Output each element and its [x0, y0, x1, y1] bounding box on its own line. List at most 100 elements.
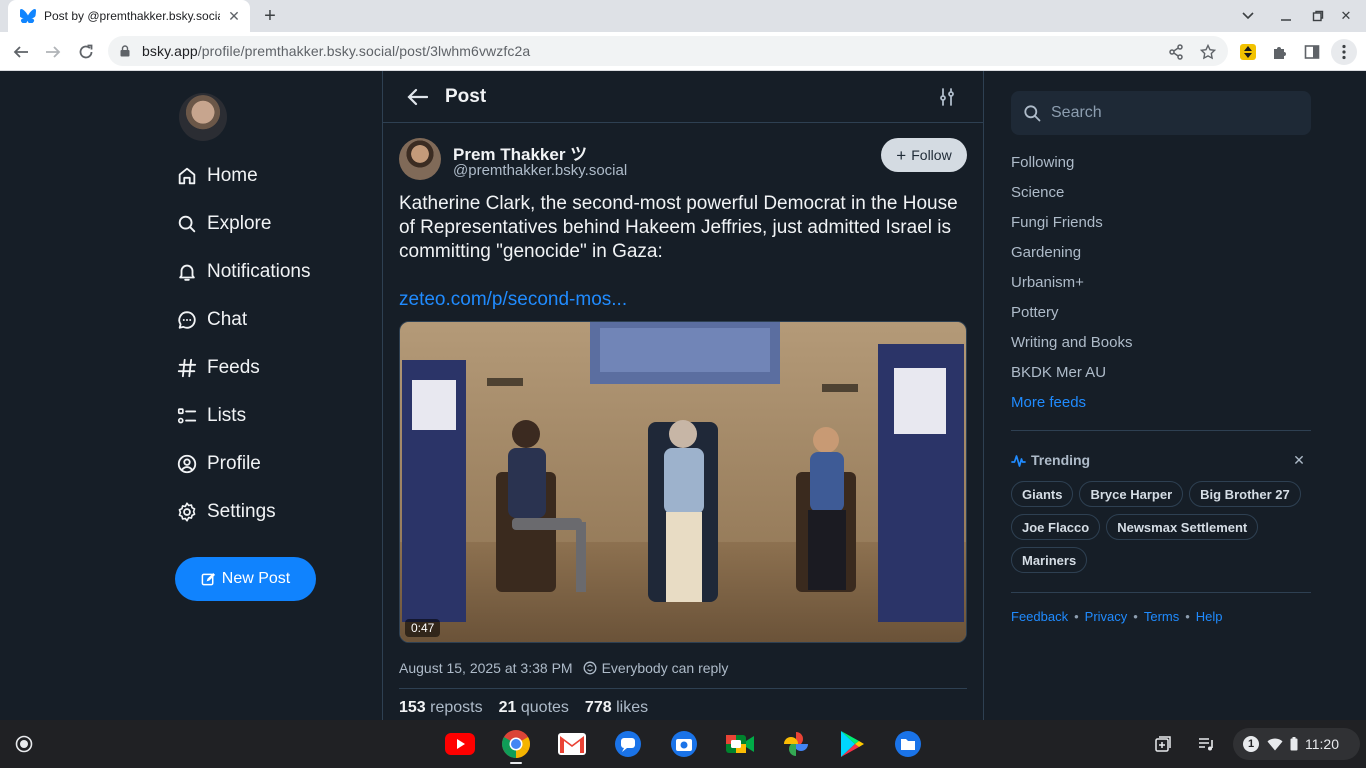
nav-profile-label: Profile — [207, 453, 261, 474]
trending-chip[interactable]: Newsmax Settlement — [1106, 514, 1259, 540]
url-path: /profile/premthakker.bsky.social/post/3l… — [197, 43, 531, 59]
reply-setting[interactable]: Everybody can reply — [583, 660, 729, 676]
reply-setting-label: Everybody can reply — [601, 660, 729, 676]
youtube-icon[interactable] — [444, 728, 476, 760]
minimize-window-icon[interactable] — [1276, 6, 1296, 26]
author-avatar[interactable] — [399, 138, 441, 180]
feed-link[interactable]: BKDK Mer AU — [1011, 364, 1106, 381]
holding-space-icon[interactable] — [1147, 728, 1179, 760]
author-handle[interactable]: @premthakker.bsky.social — [453, 162, 627, 179]
footer-links: Feedback • Privacy • Terms • Help — [1011, 609, 1223, 624]
privacy-link[interactable]: Privacy — [1085, 609, 1128, 624]
status-tray[interactable]: 1 11:20 — [1233, 728, 1360, 760]
feed-link[interactable]: Pottery — [1011, 304, 1059, 321]
files-icon[interactable] — [892, 728, 924, 760]
nav-feeds[interactable]: Feeds — [175, 350, 260, 386]
browser-tabstrip: Post by @premthakker.bsky.social ✕ + ✕ — [0, 0, 1366, 32]
nav-explore-label: Explore — [207, 213, 272, 234]
trending-chip[interactable]: Bryce Harper — [1079, 481, 1184, 507]
likes-count: 778 — [584, 699, 612, 716]
feed-link[interactable]: Fungi Friends — [1011, 214, 1103, 231]
address-bar[interactable]: bsky.app/profile/premthakker.bsky.social… — [108, 36, 1228, 66]
trending-chip[interactable]: Big Brother 27 — [1189, 481, 1301, 507]
thread-settings-icon[interactable] — [935, 85, 959, 109]
wifi-icon — [1267, 738, 1283, 751]
globe-icon — [583, 661, 597, 675]
nav-settings-label: Settings — [207, 501, 276, 522]
nav-home[interactable]: Home — [175, 158, 258, 194]
restore-window-icon[interactable] — [1308, 6, 1328, 26]
user-circle-icon — [175, 452, 199, 476]
my-avatar[interactable] — [179, 93, 227, 141]
quotes-count: 21 — [498, 699, 517, 716]
chrome-icon[interactable] — [500, 728, 532, 760]
trending-chip[interactable]: Giants — [1011, 481, 1074, 507]
camera-icon[interactable] — [668, 728, 700, 760]
google-meet-icon[interactable] — [724, 728, 756, 760]
back-arrow-icon[interactable] — [8, 39, 34, 65]
reload-icon[interactable] — [73, 39, 99, 65]
plus-icon: + — [896, 145, 907, 165]
nav-chat-label: Chat — [207, 309, 248, 330]
video-player[interactable]: 0:47 — [399, 321, 967, 643]
tab-title: Post by @premthakker.bsky.social — [44, 9, 220, 23]
search-box[interactable] — [1011, 91, 1311, 135]
nav-chat[interactable]: Chat — [175, 302, 247, 338]
trending-chip[interactable]: Joe Flacco — [1011, 514, 1101, 540]
extension-icon[interactable] — [1235, 39, 1261, 65]
post-link[interactable]: zeteo.com/p/second-mos... — [399, 289, 627, 311]
likes-stat[interactable]: 778 likes — [585, 699, 648, 717]
terms-link[interactable]: Terms — [1144, 609, 1179, 624]
nav-notifications[interactable]: Notifications — [175, 254, 311, 290]
gmail-icon[interactable] — [556, 728, 588, 760]
media-controls-icon[interactable] — [1190, 728, 1222, 760]
divider — [1011, 592, 1311, 593]
browser-menu-icon[interactable] — [1331, 39, 1357, 65]
feed-link[interactable]: Urbanism+ — [1011, 274, 1084, 291]
extensions-puzzle-icon[interactable] — [1267, 39, 1293, 65]
search-icon — [175, 212, 199, 236]
new-tab-button[interactable]: + — [258, 4, 282, 28]
post-text: Katherine Clark, the second-most powerfu… — [399, 193, 958, 262]
feed-link[interactable]: Writing and Books — [1011, 334, 1132, 351]
bookmark-star-icon[interactable] — [1195, 39, 1221, 65]
trending-pulse-icon — [1011, 454, 1026, 467]
search-icon — [1023, 103, 1043, 123]
close-icon[interactable]: ✕ — [1291, 452, 1307, 468]
nav-profile[interactable]: Profile — [175, 446, 261, 482]
play-store-icon[interactable] — [836, 728, 868, 760]
feed-link[interactable]: Following — [1011, 154, 1074, 171]
follow-button[interactable]: + Follow — [881, 138, 967, 172]
google-photos-icon[interactable] — [780, 728, 812, 760]
feed-link[interactable]: Gardening — [1011, 244, 1081, 261]
page-title: Post — [445, 86, 487, 107]
forward-arrow-icon[interactable] — [40, 39, 66, 65]
search-input[interactable] — [1051, 104, 1291, 122]
feedback-link[interactable]: Feedback — [1011, 609, 1068, 624]
video-thumbnail — [400, 322, 966, 642]
close-window-icon[interactable]: ✕ — [1336, 6, 1356, 26]
lock-icon[interactable] — [120, 44, 134, 58]
post-meta: August 15, 2025 at 3:38 PM Everybody can… — [399, 660, 728, 676]
help-link[interactable]: Help — [1196, 609, 1223, 624]
trending-chip[interactable]: Mariners — [1011, 547, 1088, 573]
divider — [399, 688, 967, 689]
browser-tab[interactable]: Post by @premthakker.bsky.social ✕ — [8, 0, 250, 32]
nav-settings[interactable]: Settings — [175, 494, 276, 530]
post-stats: 153 reposts 21 quotes 778 likes — [399, 699, 648, 717]
notification-count: 1 — [1243, 736, 1259, 752]
nav-explore[interactable]: Explore — [175, 206, 271, 242]
tab-search-icon[interactable] — [1238, 6, 1258, 26]
side-panel-icon[interactable] — [1299, 39, 1325, 65]
nav-lists[interactable]: Lists — [175, 398, 246, 434]
share-icon[interactable] — [1163, 39, 1189, 65]
new-post-button[interactable]: New Post — [175, 557, 316, 601]
back-arrow-icon[interactable] — [405, 85, 429, 109]
reposts-stat[interactable]: 153 reposts — [399, 699, 483, 717]
launcher-icon[interactable] — [8, 728, 40, 760]
messages-icon[interactable] — [612, 728, 644, 760]
close-tab-icon[interactable]: ✕ — [226, 8, 242, 24]
quotes-stat[interactable]: 21 quotes — [499, 699, 569, 717]
feed-link[interactable]: Science — [1011, 184, 1064, 201]
more-feeds-link[interactable]: More feeds — [1011, 394, 1086, 411]
